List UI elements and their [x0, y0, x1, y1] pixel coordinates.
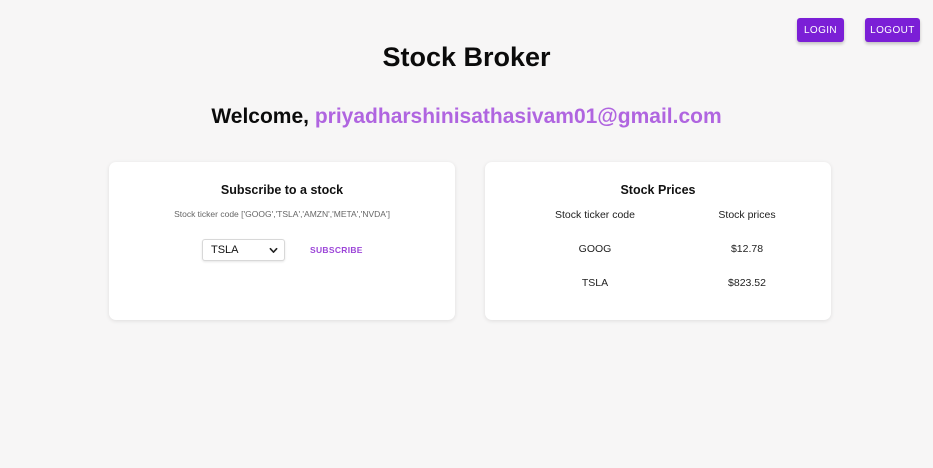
chevron-down-icon [269, 247, 278, 253]
table-cell-price: $823.52 [728, 277, 766, 289]
welcome-prefix: Welcome, [211, 105, 309, 128]
logout-button[interactable]: LOGOUT [865, 18, 920, 42]
subscribe-card-title: Subscribe to a stock [220, 183, 344, 197]
subscribe-card: Subscribe to a stock Stock ticker code [… [109, 162, 455, 320]
ticker-hint: Stock ticker code ['GOOG','TSLA','AMZN',… [174, 209, 390, 219]
ticker-select[interactable]: TSLA [202, 239, 285, 261]
stock-prices-title: Stock Prices [620, 183, 696, 197]
subscribe-button[interactable]: SUBSCRIBE [305, 242, 368, 258]
column-header-price: Stock prices [718, 209, 776, 221]
page-title: Stock Broker [382, 42, 551, 72]
table-cell-ticker: TSLA [581, 277, 609, 289]
table-cell-ticker: GOOG [578, 243, 612, 255]
welcome-message: Welcome, priyadharshinisathasivam01@gmai… [0, 105, 933, 129]
ticker-select-value: TSLA [211, 244, 239, 256]
login-button[interactable]: LOGIN [797, 18, 844, 42]
column-header-ticker: Stock ticker code [555, 209, 635, 221]
user-email: priyadharshinisathasivam01@gmail.com [314, 105, 722, 128]
stock-prices-card: Stock Prices Stock ticker code Stock pri… [485, 162, 831, 320]
table-cell-price: $12.78 [730, 243, 764, 255]
